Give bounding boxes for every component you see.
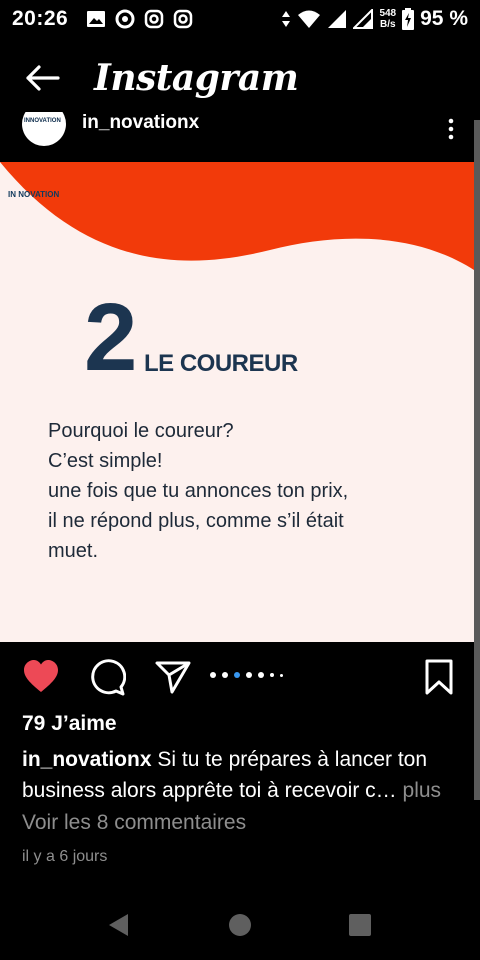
carousel-dot [280, 673, 283, 677]
slide-line: C’est simple! [48, 450, 163, 472]
system-nav-bar [0, 890, 480, 960]
slide-line: une fois que tu annonces ton prix, [48, 480, 349, 502]
arrow-left-icon [26, 65, 60, 91]
comment-icon[interactable] [88, 658, 126, 696]
app-header: Instagram [0, 46, 480, 110]
data-arrows-icon [282, 11, 291, 27]
battery-percent: 95 % [420, 7, 468, 30]
post-actions [0, 652, 480, 702]
slide-line: muet. [48, 540, 99, 562]
gallery-icon [87, 11, 106, 27]
slide-line: Pourquoi le coureur? [48, 420, 234, 442]
status-time: 20:26 [12, 7, 69, 30]
post-image[interactable]: IN NOVATION 2 LE COUREUR Pourquoi le cou… [0, 162, 480, 642]
notification-icons [86, 9, 193, 29]
net-speed: 548 B/s [379, 8, 397, 30]
carousel-dot [222, 672, 228, 678]
battery-charging-icon [402, 8, 415, 30]
triangle-back-icon[interactable] [106, 912, 132, 938]
system-status: 548 B/s 95 % [281, 7, 468, 31]
wifi-icon [298, 10, 321, 28]
instagram-icon [173, 9, 193, 29]
avatar[interactable]: INNOVATION [22, 112, 66, 146]
like-count[interactable]: 79 J’aime [22, 712, 117, 736]
carousel-dot [246, 672, 252, 678]
carousel-dot [210, 672, 216, 678]
slide-number: 2 [84, 284, 138, 391]
slide-line: il ne répond plus, comme s’il était [48, 510, 344, 532]
slide-heading: LE COUREUR [144, 350, 298, 377]
caption-username[interactable]: in_novationx [22, 748, 152, 771]
square-recents-icon[interactable] [347, 912, 373, 938]
avatar-logo-text: INNOVATION [24, 118, 61, 124]
carousel-dot [270, 673, 274, 677]
at-sign-icon [115, 9, 135, 29]
view-comments-link[interactable]: Voir les 8 commentaires [22, 811, 246, 835]
post-caption: in_novationx Si tu te prépares à lancer … [22, 744, 462, 806]
more-options-icon[interactable] [446, 118, 456, 140]
post-header: INNOVATION in_novationx [0, 112, 480, 162]
post-username[interactable]: in_novationx [82, 112, 199, 134]
brand-logo-text: IN NOVATION [8, 190, 60, 199]
post-timestamp: il y a 6 jours [22, 848, 108, 865]
signal-icon [353, 9, 374, 29]
carousel-indicator [210, 672, 283, 678]
status-bar: 20:26 548 B/s 95 % [0, 0, 480, 38]
carousel-dot [258, 672, 264, 678]
orange-wave-shape [0, 162, 480, 274]
heart-icon[interactable] [22, 658, 60, 696]
send-icon[interactable] [154, 658, 192, 696]
bookmark-icon[interactable] [420, 658, 458, 696]
instagram-icon [144, 9, 164, 29]
slide-body: Pourquoi le coureur? C’est simple! une f… [48, 416, 448, 566]
back-button[interactable] [18, 54, 66, 102]
signal-icon [328, 10, 347, 28]
carousel-dot-active [234, 672, 240, 678]
circle-home-icon[interactable] [227, 912, 253, 938]
caption-more-link[interactable]: plus [397, 779, 442, 802]
instagram-logo: Instagram [94, 57, 299, 99]
